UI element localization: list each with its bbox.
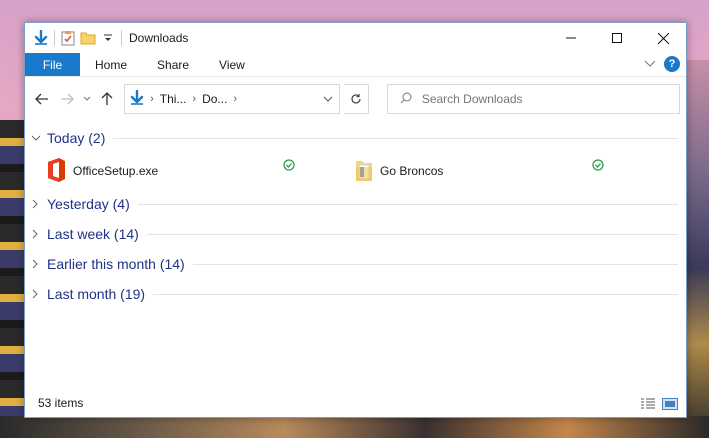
chevron-right-icon[interactable] [31, 229, 45, 239]
breadcrumb-separator-icon[interactable]: › [233, 93, 237, 105]
navigation-bar: › Thi... › Do... › [25, 77, 686, 121]
group-earlier-this-month[interactable]: Earlier this month (14) [25, 249, 686, 279]
maximize-button[interactable] [594, 23, 640, 53]
chevron-right-icon[interactable] [31, 259, 45, 269]
list-item[interactable]: Go Broncos [334, 153, 634, 189]
group-label: Today (2) [47, 130, 106, 146]
search-box[interactable] [386, 84, 680, 114]
file-explorer-window: Downloads File Home Share View ? › Thi..… [24, 22, 687, 418]
tab-file[interactable]: File [25, 53, 80, 76]
customize-toolbar-dropdown-icon[interactable] [98, 28, 118, 48]
group-divider [153, 293, 678, 295]
list-item[interactable]: OfficeSetup.exe [25, 153, 334, 189]
tab-home[interactable]: Home [80, 53, 142, 76]
group-divider [113, 137, 678, 139]
group-divider [146, 233, 678, 235]
file-name: Go Broncos [380, 164, 444, 178]
back-button[interactable] [31, 88, 52, 110]
recent-locations-dropdown-icon[interactable] [81, 88, 93, 110]
view-switcher [640, 397, 678, 411]
search-input[interactable] [421, 92, 662, 106]
wallpaper-bottom-strip [0, 416, 709, 438]
group-label: Last week (14) [47, 226, 139, 242]
group-label: Last month (19) [47, 286, 146, 302]
file-list: Today (2) OfficeSetup.exe Go Broncos Yes… [25, 123, 686, 389]
today-items: OfficeSetup.exe Go Broncos [25, 153, 686, 189]
status-bar: 53 items [25, 389, 686, 417]
window-controls [548, 23, 686, 53]
tab-view[interactable]: View [204, 53, 260, 76]
details-view-icon[interactable] [640, 397, 656, 411]
group-today[interactable]: Today (2) [25, 123, 686, 153]
group-last-month[interactable]: Last month (19) [25, 279, 686, 309]
refresh-button[interactable] [343, 84, 369, 114]
new-folder-icon[interactable] [78, 28, 98, 48]
ribbon-tabs: File Home Share View ? [25, 53, 686, 77]
sync-status-check-icon [592, 159, 604, 174]
group-divider [192, 263, 678, 265]
divider [121, 30, 122, 46]
search-icon [400, 92, 412, 107]
item-count: 53 items [38, 396, 84, 410]
forward-button[interactable] [56, 88, 77, 110]
divider [54, 30, 55, 46]
breadcrumb-separator-icon[interactable]: › [150, 93, 154, 105]
breadcrumb-this-pc[interactable]: Thi... [160, 92, 187, 106]
help-icon[interactable]: ? [664, 56, 680, 72]
address-bar[interactable]: › Thi... › Do... › [124, 84, 340, 114]
window-title: Downloads [129, 31, 189, 45]
group-last-week[interactable]: Last week (14) [25, 219, 686, 249]
office-icon [45, 157, 67, 186]
wallpaper-left-strip [0, 120, 24, 438]
up-button[interactable] [97, 88, 118, 110]
close-button[interactable] [640, 23, 686, 53]
expand-ribbon-chevron-icon[interactable] [644, 57, 656, 71]
group-divider [137, 203, 678, 205]
properties-icon[interactable] [58, 28, 78, 48]
ribbon-right-controls: ? [644, 56, 680, 72]
wallpaper-right-strip [687, 60, 709, 438]
breadcrumb-separator-icon[interactable]: › [192, 93, 196, 105]
chevron-right-icon[interactable] [31, 289, 45, 299]
folder-icon [354, 157, 374, 186]
quick-access-toolbar: Downloads [25, 23, 188, 53]
group-label: Earlier this month (14) [47, 256, 185, 272]
group-yesterday[interactable]: Yesterday (4) [25, 189, 686, 219]
breadcrumb-downloads[interactable]: Do... [202, 92, 227, 106]
tab-share[interactable]: Share [142, 53, 204, 76]
file-name: OfficeSetup.exe [73, 164, 159, 178]
minimize-button[interactable] [548, 23, 594, 53]
group-label: Yesterday (4) [47, 196, 130, 212]
chevron-right-icon[interactable] [31, 199, 45, 209]
address-history-dropdown-icon[interactable] [317, 85, 339, 113]
title-bar: Downloads [25, 23, 686, 53]
large-icons-view-icon[interactable] [662, 397, 678, 411]
downloads-location-icon [130, 89, 144, 109]
download-arrow-icon [31, 28, 51, 48]
chevron-down-icon[interactable] [31, 134, 45, 142]
sync-status-check-icon [283, 159, 295, 174]
